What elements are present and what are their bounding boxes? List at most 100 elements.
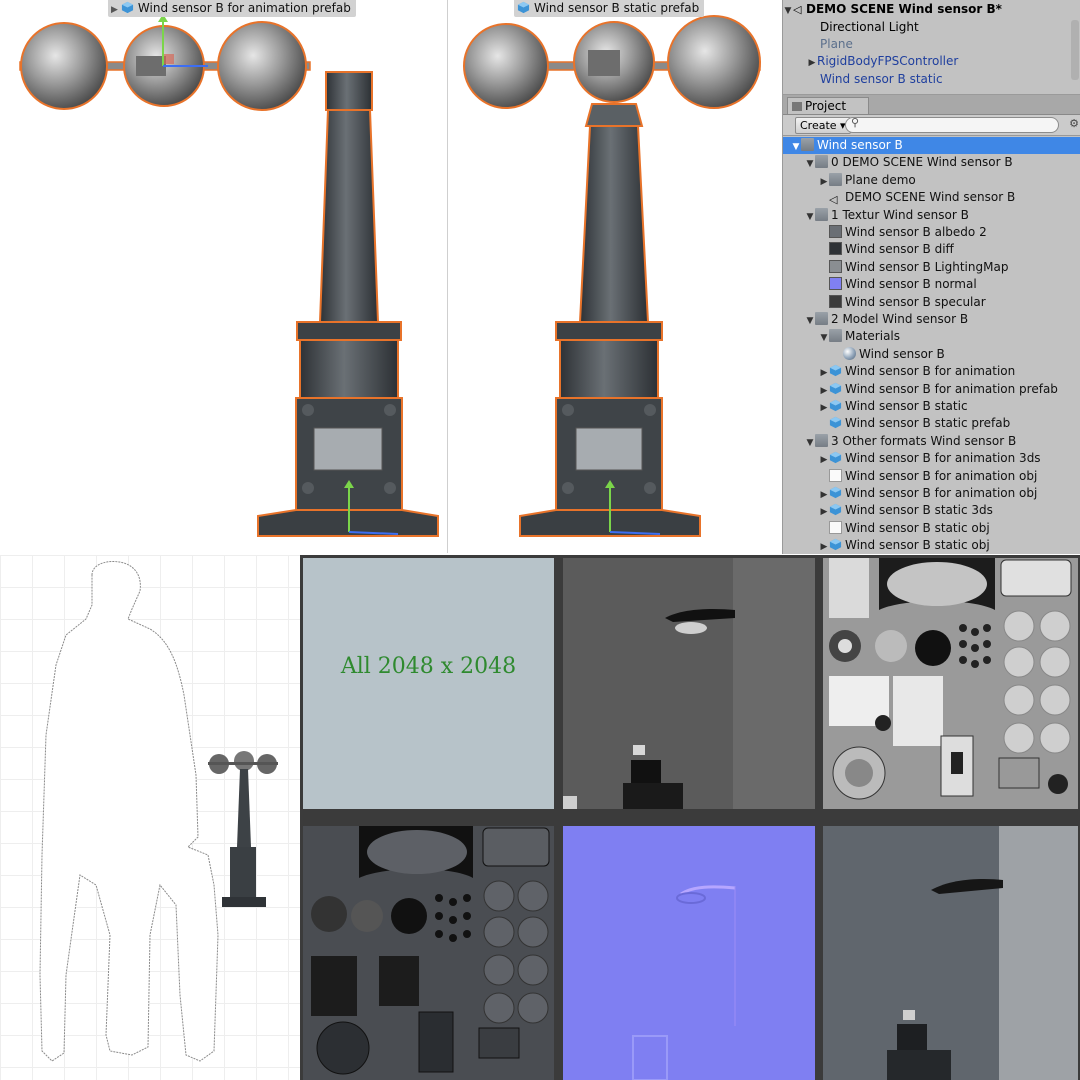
project-item[interactable]: ▶ Wind sensor B for animation prefab xyxy=(783,381,1080,398)
project-item-label: Wind sensor B xyxy=(817,138,903,152)
unity-scene-icon: ◁ xyxy=(829,193,838,207)
texture-diff-icon xyxy=(829,242,842,256)
texture-specular-icon xyxy=(829,294,842,308)
search-input[interactable]: ⚲ xyxy=(845,116,1059,133)
project-item[interactable]: Wind sensor B static obj xyxy=(783,520,1080,537)
project-item[interactable]: ▼ 0 DEMO SCENE Wind sensor B xyxy=(783,154,1080,171)
project-item-label: 0 DEMO SCENE Wind sensor B xyxy=(831,155,1013,170)
project-item[interactable]: ▼ Wind sensor B xyxy=(783,137,1080,154)
project-item[interactable]: ▶ Plane demo xyxy=(783,172,1080,189)
create-button[interactable]: Create ▾ xyxy=(795,117,851,134)
project-item-label: 2 Model Wind sensor B xyxy=(831,312,969,326)
project-item[interactable]: Wind sensor B LightingMap xyxy=(783,259,1080,276)
project-item[interactable]: ▼ Materials xyxy=(783,328,1080,345)
diffuse-texture xyxy=(311,826,550,1075)
hierarchy-item-label: Wind sensor B static xyxy=(820,72,943,86)
prefab-cube-icon xyxy=(829,382,842,394)
human-silhouette xyxy=(39,561,278,1062)
project-item[interactable]: ▶ Wind sensor B static obj xyxy=(783,537,1080,554)
viewport-label[interactable]: Wind sensor B static prefab xyxy=(514,0,705,17)
viewport-label-text: Wind sensor B for animation prefab xyxy=(137,1,351,15)
hierarchy-item-label: RigidBodyFPSController xyxy=(817,54,959,68)
expand-arrow-icon[interactable]: ▶ xyxy=(819,539,829,554)
folder-tab-icon xyxy=(792,102,802,111)
project-item[interactable]: ◁ DEMO SCENE Wind sensor B xyxy=(783,189,1080,206)
tab-project[interactable]: Project xyxy=(787,97,869,114)
prefab-cube-icon xyxy=(829,504,842,516)
lightingmap-texture-tile xyxy=(823,826,1078,1080)
project-item[interactable]: ▼ 2 Model Wind sensor B xyxy=(783,311,1080,328)
hierarchy-item[interactable]: Wind sensor B static xyxy=(783,71,1080,88)
project-item[interactable]: Wind sensor B for animation obj xyxy=(783,468,1080,485)
texture-grid: All 2048 x 2048 xyxy=(300,555,1080,1080)
project-item-label: Wind sensor B for animation prefab xyxy=(845,381,1058,396)
folder-icon xyxy=(801,138,814,151)
project-panel: Project Create ▾ ⚲ ⚙ ▼ Wind sensor B ▼ 0 DE… xyxy=(782,94,1080,554)
project-item[interactable]: ▼ 3 Other formats Wind sensor B xyxy=(783,433,1080,450)
lock-icon[interactable]: ⚙ xyxy=(1069,117,1079,130)
project-item-label: Wind sensor B for animation 3ds xyxy=(845,451,1041,466)
scene-viewport-static[interactable]: Wind sensor B static prefab xyxy=(452,0,782,553)
hierarchy-item-label: Plane xyxy=(820,37,853,51)
project-item[interactable]: Wind sensor B specular xyxy=(783,294,1080,311)
diffuse-texture-tile xyxy=(303,826,554,1080)
project-toolbar: Create ▾ ⚲ ⚙ xyxy=(783,115,1080,136)
project-item[interactable]: Wind sensor B normal xyxy=(783,276,1080,293)
hierarchy-item[interactable]: Plane xyxy=(783,36,1080,53)
project-item-label: Wind sensor B diff xyxy=(845,242,954,257)
folder-icon xyxy=(815,433,828,447)
project-item-label: Wind sensor B xyxy=(859,346,945,361)
expand-arrow-icon[interactable]: ▶ xyxy=(111,2,118,19)
folder-icon xyxy=(829,329,842,343)
viewport-label[interactable]: ▶ Wind sensor B for animation prefab xyxy=(108,0,356,17)
hierarchy-item[interactable]: ▶ RigidBodyFPSController xyxy=(783,53,1080,70)
project-item-label: Wind sensor B normal xyxy=(845,277,977,292)
project-item-label: Wind sensor B for animation obj xyxy=(845,486,1038,500)
project-item-label: Wind sensor B static 3ds xyxy=(845,503,993,518)
specular-texture xyxy=(563,558,815,809)
prefab-cube-icon xyxy=(121,1,133,14)
prefab-cube-icon xyxy=(829,417,842,429)
project-item-label: Wind sensor B static xyxy=(845,399,968,413)
prefab-cube-icon xyxy=(517,1,530,14)
expand-arrow-icon[interactable]: ▶ xyxy=(807,55,817,72)
folder-icon xyxy=(815,207,828,221)
project-item[interactable]: Wind sensor B albedo 2 xyxy=(783,224,1080,241)
collapse-arrow-icon[interactable]: ▼ xyxy=(783,3,793,20)
project-item[interactable]: Wind sensor B static prefab xyxy=(783,415,1080,432)
hierarchy-item[interactable]: Directional Light xyxy=(783,19,1080,36)
normal-texture xyxy=(632,885,736,1080)
texture-normal-icon xyxy=(829,277,842,291)
scrollbar[interactable] xyxy=(1071,20,1079,80)
prefab-cube-icon xyxy=(829,539,842,551)
project-item[interactable]: Wind sensor B diff xyxy=(783,241,1080,258)
tab-label: Project xyxy=(805,99,847,113)
project-item[interactable]: ▶ Wind sensor B for animation xyxy=(783,363,1080,380)
project-item-label: Wind sensor B LightingMap xyxy=(845,259,1009,274)
scene-title-row[interactable]: ▼ ◁ DEMO SCENE Wind sensor B* xyxy=(783,1,1080,18)
project-item[interactable]: ▶ Wind sensor B static xyxy=(783,398,1080,415)
scene-viewport-animation[interactable]: ▶ Wind sensor B for animation prefab xyxy=(0,0,448,553)
project-item[interactable]: Wind sensor B xyxy=(783,346,1080,363)
folder-icon xyxy=(815,312,828,325)
project-item-label: Wind sensor B static prefab xyxy=(845,416,1011,431)
project-item[interactable]: ▶ Wind sensor B for animation 3ds xyxy=(783,450,1080,467)
texture-lightingmap-icon xyxy=(829,259,842,273)
project-tree: ▼ Wind sensor B ▼ 0 DEMO SCENE Wind sensor … xyxy=(783,136,1080,554)
unity-scene-icon: ◁ xyxy=(793,3,802,16)
project-item[interactable]: ▶ Wind sensor B static 3ds xyxy=(783,502,1080,519)
project-item-label: DEMO SCENE Wind sensor B xyxy=(845,190,1016,205)
wind-sensor-model xyxy=(19,14,439,537)
project-item-label: Wind sensor B for animation xyxy=(845,364,1016,379)
project-item-label: Wind sensor B static obj xyxy=(845,520,990,535)
search-icon: ⚲ xyxy=(851,116,860,129)
specular-texture-tile xyxy=(563,558,815,809)
project-item-label: 3 Other formats Wind sensor B xyxy=(831,433,1017,448)
hierarchy-panel: ▼ ◁ DEMO SCENE Wind sensor B* Directional … xyxy=(782,0,1080,94)
project-item-label: 1 Textur Wind sensor B xyxy=(831,207,969,222)
project-item[interactable]: ▼ 1 Textur Wind sensor B xyxy=(783,207,1080,224)
viewport-label-text: Wind sensor B static prefab xyxy=(534,1,700,15)
project-item[interactable]: ▶ Wind sensor B for animation obj xyxy=(783,485,1080,502)
project-item-label: Wind sensor B for animation obj xyxy=(845,468,1038,483)
prefab-cube-icon xyxy=(829,365,842,377)
